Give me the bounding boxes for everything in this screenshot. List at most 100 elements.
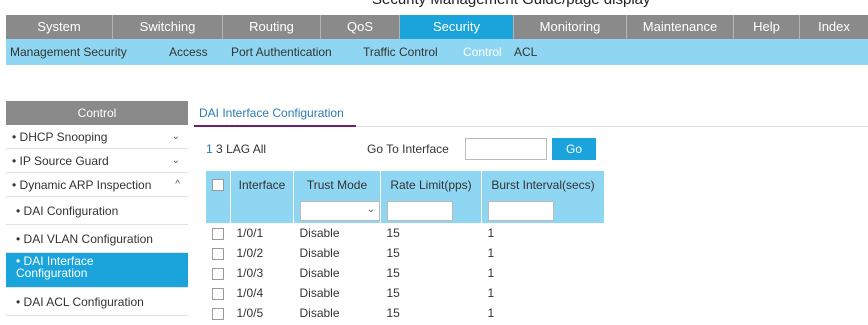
filter-link-all[interactable]: All bbox=[253, 142, 266, 156]
row-checkbox[interactable] bbox=[212, 247, 224, 260]
row-select-cell bbox=[206, 283, 231, 303]
trust-mode-cell: Disable bbox=[299, 246, 340, 260]
table-row[interactable]: 1/0/4 Disable 15 1 bbox=[206, 283, 605, 303]
sidebar-item-dai-configuration[interactable]: • DAI Configuration bbox=[6, 197, 188, 225]
trust-mode-cell: Disable bbox=[299, 226, 340, 240]
row-checkbox[interactable] bbox=[212, 307, 224, 320]
title-divider bbox=[356, 126, 868, 127]
row-select-cell bbox=[206, 223, 231, 243]
sidebar: Control • DHCP Snooping ⌄ • IP Source Gu… bbox=[6, 101, 188, 325]
page-caption-strip: Security Management Guide/page display bbox=[0, 0, 868, 14]
interface-cell: 1/0/4 bbox=[236, 286, 264, 300]
burst-interval-cell: 1 bbox=[487, 266, 495, 280]
table-row[interactable]: 1/0/1 Disable 15 1 bbox=[206, 223, 605, 243]
interface-cell: 1/0/3 bbox=[236, 266, 264, 280]
interface-cell: 1/0/2 bbox=[236, 246, 264, 260]
sub-nav: Management Security Access Port Authenti… bbox=[6, 39, 868, 65]
sidebar-item-dai-interface-configuration[interactable]: • DAI Interface Configuration bbox=[6, 253, 188, 288]
sidebar-item-label: • DAI ACL Configuration bbox=[16, 295, 144, 309]
row-checkbox[interactable] bbox=[212, 267, 224, 280]
column-header-trust-mode: Trust Mode bbox=[293, 171, 381, 198]
trust-mode-cell: Disable bbox=[299, 306, 340, 320]
sidebar-item-dhcp-snooping[interactable]: • DHCP Snooping ⌄ bbox=[6, 125, 188, 149]
table-row[interactable]: 1/0/3 Disable 15 1 bbox=[206, 263, 605, 283]
rate-limit-cell: 15 bbox=[386, 266, 400, 280]
edit-row-cell bbox=[206, 198, 231, 223]
sidebar-item-label: • DHCP Snooping bbox=[12, 130, 108, 144]
rate-limit-input-cell bbox=[380, 198, 482, 223]
row-checkbox[interactable] bbox=[212, 287, 224, 300]
burst-interval-cell: 1 bbox=[487, 246, 495, 260]
row-select-cell bbox=[206, 243, 231, 263]
trust-mode-select[interactable]: ⌄ bbox=[300, 200, 380, 221]
tab-security[interactable]: Security bbox=[400, 15, 514, 39]
sidebar-item-label: • IP Source Guard bbox=[12, 154, 109, 168]
sidebar-item-dai-acl-configuration[interactable]: • DAI ACL Configuration bbox=[6, 288, 188, 316]
edit-row-cell bbox=[230, 198, 294, 223]
chevron-down-icon: ⌄ bbox=[171, 131, 180, 142]
sidebar-item-dai-vlan-configuration[interactable]: • DAI VLAN Configuration bbox=[6, 225, 188, 253]
tab-monitoring[interactable]: Monitoring bbox=[514, 15, 627, 39]
column-header-rate-limit: Rate Limit(pps) bbox=[380, 171, 482, 198]
rate-limit-cell: 15 bbox=[386, 226, 400, 240]
tab-index[interactable]: Index bbox=[800, 15, 868, 39]
interface-filter: 1 3 LAG All bbox=[206, 142, 266, 156]
trust-mode-cell: Disable bbox=[299, 266, 340, 280]
tab-routing[interactable]: Routing bbox=[223, 15, 321, 39]
row-select-cell bbox=[206, 263, 231, 283]
trust-mode-cell: Disable bbox=[299, 286, 340, 300]
table-edit-row: ⌄ bbox=[206, 198, 605, 223]
chevron-down-icon: ⌄ bbox=[171, 155, 180, 166]
chevron-down-icon: ⌄ bbox=[366, 203, 375, 215]
title-underline bbox=[194, 125, 356, 127]
interface-cell: 1/0/5 bbox=[236, 306, 264, 320]
go-button[interactable]: Go bbox=[552, 138, 596, 160]
burst-interval-cell: 1 bbox=[487, 306, 495, 320]
subnav-management-security[interactable]: Management Security bbox=[10, 39, 127, 65]
subnav-acl[interactable]: ACL bbox=[514, 39, 537, 65]
tab-system[interactable]: System bbox=[6, 15, 113, 39]
tab-help[interactable]: Help bbox=[734, 15, 800, 39]
tab-qos[interactable]: QoS bbox=[321, 15, 400, 39]
goto-interface-label: Go To Interface bbox=[367, 142, 449, 156]
sidebar-item-dynamic-arp-inspection[interactable]: • Dynamic ARP Inspection ^ bbox=[6, 173, 188, 197]
sidebar-item-ip-source-guard[interactable]: • IP Source Guard ⌄ bbox=[6, 149, 188, 173]
interface-cell: 1/0/1 bbox=[236, 226, 264, 240]
tab-maintenance[interactable]: Maintenance bbox=[627, 15, 734, 39]
burst-interval-input-cell bbox=[481, 198, 605, 223]
filter-link-3[interactable]: 3 bbox=[216, 142, 223, 156]
table-row[interactable]: 1/0/2 Disable 15 1 bbox=[206, 243, 605, 263]
sidebar-header: Control bbox=[6, 101, 188, 125]
row-select-cell bbox=[206, 303, 231, 323]
page-title: DAI Interface Configuration bbox=[199, 106, 344, 120]
subnav-port-authentication[interactable]: Port Authentication bbox=[231, 39, 332, 65]
filter-link-1[interactable]: 1 bbox=[206, 142, 213, 156]
select-all-header bbox=[206, 171, 231, 198]
goto-interface-input[interactable] bbox=[465, 138, 547, 160]
filter-link-lag[interactable]: LAG bbox=[226, 142, 250, 156]
column-header-interface: Interface bbox=[230, 171, 294, 198]
trust-mode-select-cell: ⌄ bbox=[293, 198, 381, 223]
burst-interval-input[interactable] bbox=[488, 200, 554, 221]
table-row[interactable]: 1/0/5 Disable 15 1 bbox=[206, 303, 605, 323]
column-header-burst-interval: Burst Interval(secs) bbox=[481, 171, 605, 198]
subnav-access[interactable]: Access bbox=[169, 39, 208, 65]
page-caption: Security Management Guide/page display bbox=[372, 0, 651, 8]
burst-interval-cell: 1 bbox=[487, 226, 495, 240]
sidebar-item-label: • DAI Configuration bbox=[16, 204, 119, 218]
sidebar-item-label: • DAI VLAN Configuration bbox=[16, 232, 153, 246]
burst-interval-cell: 1 bbox=[487, 286, 495, 300]
table-header-row: Interface Trust Mode Rate Limit(pps) Bur… bbox=[206, 171, 605, 198]
rate-limit-cell: 15 bbox=[386, 306, 400, 320]
chevron-up-icon: ^ bbox=[175, 179, 180, 190]
select-all-checkbox[interactable] bbox=[212, 179, 224, 192]
main-nav: System Switching Routing QoS Security Mo… bbox=[6, 15, 868, 39]
row-checkbox[interactable] bbox=[212, 227, 224, 240]
subnav-control[interactable]: Control bbox=[463, 39, 502, 65]
dai-interface-table: Interface Trust Mode Rate Limit(pps) Bur… bbox=[206, 171, 605, 323]
rate-limit-input[interactable] bbox=[387, 200, 453, 221]
subnav-traffic-control[interactable]: Traffic Control bbox=[363, 39, 438, 65]
rate-limit-cell: 15 bbox=[386, 246, 400, 260]
sidebar-item-label: • Dynamic ARP Inspection bbox=[12, 178, 152, 192]
tab-switching[interactable]: Switching bbox=[113, 15, 223, 39]
